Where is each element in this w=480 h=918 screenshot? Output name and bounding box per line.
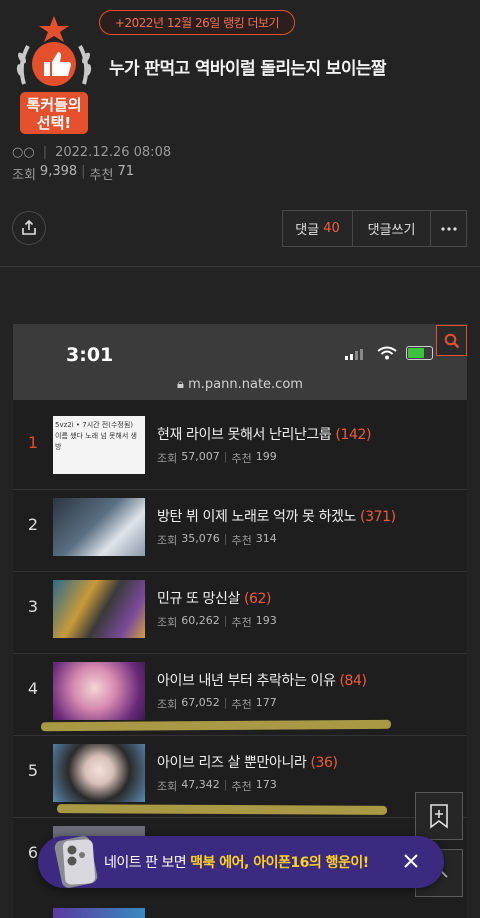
search-icon — [444, 333, 459, 348]
promo-prefix: 네이트 판 보면 — [104, 855, 191, 871]
share-button[interactable] — [12, 211, 46, 245]
views-count: 9,398 — [39, 164, 78, 179]
row-title: 현재 라이브 못해서 난리난그룹 (142) — [157, 427, 372, 443]
share-icon — [22, 220, 36, 235]
url-bar: 🔒︎ m.pann.nate.com — [13, 377, 467, 392]
more-icon — [440, 226, 457, 231]
badge-line1: 톡커들의 — [26, 96, 81, 114]
post-meta-stats: 조회 9,398 | 추천 71 — [12, 164, 134, 183]
bookmark-add-button[interactable] — [415, 792, 463, 840]
row-thumbnail — [53, 498, 145, 556]
bookmark-add-icon — [430, 804, 448, 829]
row-meta: 조회 35,076 | 추천 314 — [157, 532, 277, 547]
promo-banner[interactable]: 네이트 판 보면 맥북 에어, 아이폰16의 행운이! — [38, 836, 444, 888]
row-meta: 조회 47,342 | 추천 173 — [157, 778, 277, 793]
row-thumbnail — [53, 662, 145, 720]
wifi-icon — [377, 346, 397, 360]
row-meta: 조회 67,052 | 추천 177 — [157, 696, 277, 711]
signal-icon — [345, 349, 363, 360]
row-thumbnail: 5vz2i • 7시간 전(수정됨) 이름 쌨다 노래 넘 못해서 생방 — [53, 416, 145, 474]
comments-label: 댓글 — [295, 223, 320, 238]
phone-status-bar: 3:01 🔒︎ m.pann.nate.com — [13, 324, 467, 400]
row-meta: 조회 57,007 | 추천 199 — [157, 450, 277, 465]
ranking-more-link[interactable]: +2022년 12월 26일 랭킹 더보기 — [99, 10, 295, 35]
promo-text: 네이트 판 보면 맥북 에어, 아이폰16의 행운이! — [104, 852, 369, 872]
phone-icon — [54, 836, 98, 888]
comment-actions: 댓글 40 댓글쓰기 — [282, 210, 467, 247]
promo-highlight: 맥북 에어, 아이폰16의 행운이! — [190, 855, 369, 871]
ranking-row[interactable]: 2 방탄 뷔 이제 노래로 억까 못 하겠노 (371) 조회 35,076 | 추천 3… — [13, 490, 467, 572]
post-image-screenshot: 3:01 🔒︎ m.pann.nate.com 1 5vz2i • 7시간 전(… — [13, 324, 467, 918]
row-comment-count: (84) — [339, 673, 367, 689]
author-name[interactable]: ○○ — [12, 145, 35, 160]
row-thumbnail — [53, 580, 145, 638]
views-label: 조회 — [12, 168, 36, 183]
rank-number: 5 — [27, 761, 39, 780]
row-thumbnail — [53, 744, 145, 802]
row-comment-count: (36) — [310, 755, 338, 771]
highlight-mark — [56, 804, 388, 815]
talkers-choice-badge: 톡커들의 선택! — [16, 16, 92, 134]
post-meta-author: ○○ | 2022.12.26 08:08 — [12, 145, 172, 160]
comments-count: 40 — [323, 221, 340, 236]
ranking-row[interactable]: 1 5vz2i • 7시간 전(수정됨) 이름 쌨다 노래 넘 못해서 생방 현… — [13, 408, 467, 490]
phone-clock: 3:01 — [66, 344, 114, 366]
url-text: m.pann.nate.com — [188, 377, 303, 392]
row-title: 아이브 리즈 살 뿐만아니라 (36) — [157, 755, 338, 771]
row-thumbnail — [53, 908, 145, 918]
row-comment-count: (142) — [335, 427, 372, 443]
write-comment-button[interactable]: 댓글쓰기 — [352, 210, 431, 247]
rank-number: 1 — [27, 433, 39, 452]
search-button[interactable] — [436, 325, 467, 356]
battery-icon — [406, 346, 433, 360]
badge-line2: 선택! — [37, 114, 71, 132]
row-title: 민규 또 망신살 (62) — [157, 591, 272, 607]
lock-icon: 🔒︎ — [177, 377, 184, 392]
divider — [0, 266, 480, 267]
row-title: 아이브 내년 부터 추락하는 이유 (84) — [157, 673, 367, 689]
rank-number: 4 — [27, 679, 39, 698]
post-date: 2022.12.26 08:08 — [55, 145, 172, 160]
more-button[interactable] — [430, 210, 467, 247]
row-comment-count: (371) — [360, 509, 396, 525]
row-meta: 조회 60,262 | 추천 193 — [157, 614, 277, 629]
row-title: 방탄 뷔 이제 노래로 억까 못 하겠노 (371) — [157, 509, 396, 525]
likes-count: 71 — [117, 164, 134, 179]
thumbnail-text: 5vz2i • 7시간 전(수정됨) 이름 쌨다 노래 넘 못해서 생방 — [55, 421, 137, 451]
ranking-row[interactable]: 3 민규 또 망신살 (62) 조회 60,262 | 추천 193 — [13, 572, 467, 654]
likes-label: 추천 — [89, 168, 114, 183]
row-comment-count: (62) — [243, 591, 272, 607]
close-icon[interactable] — [400, 850, 422, 872]
rank-number: 2 — [27, 515, 39, 534]
comments-button[interactable]: 댓글 40 — [282, 210, 353, 247]
post-title: 누가 판먹고 역바이럴 돌리는지 보이는짤 — [109, 59, 387, 79]
rank-number: 3 — [27, 597, 39, 616]
